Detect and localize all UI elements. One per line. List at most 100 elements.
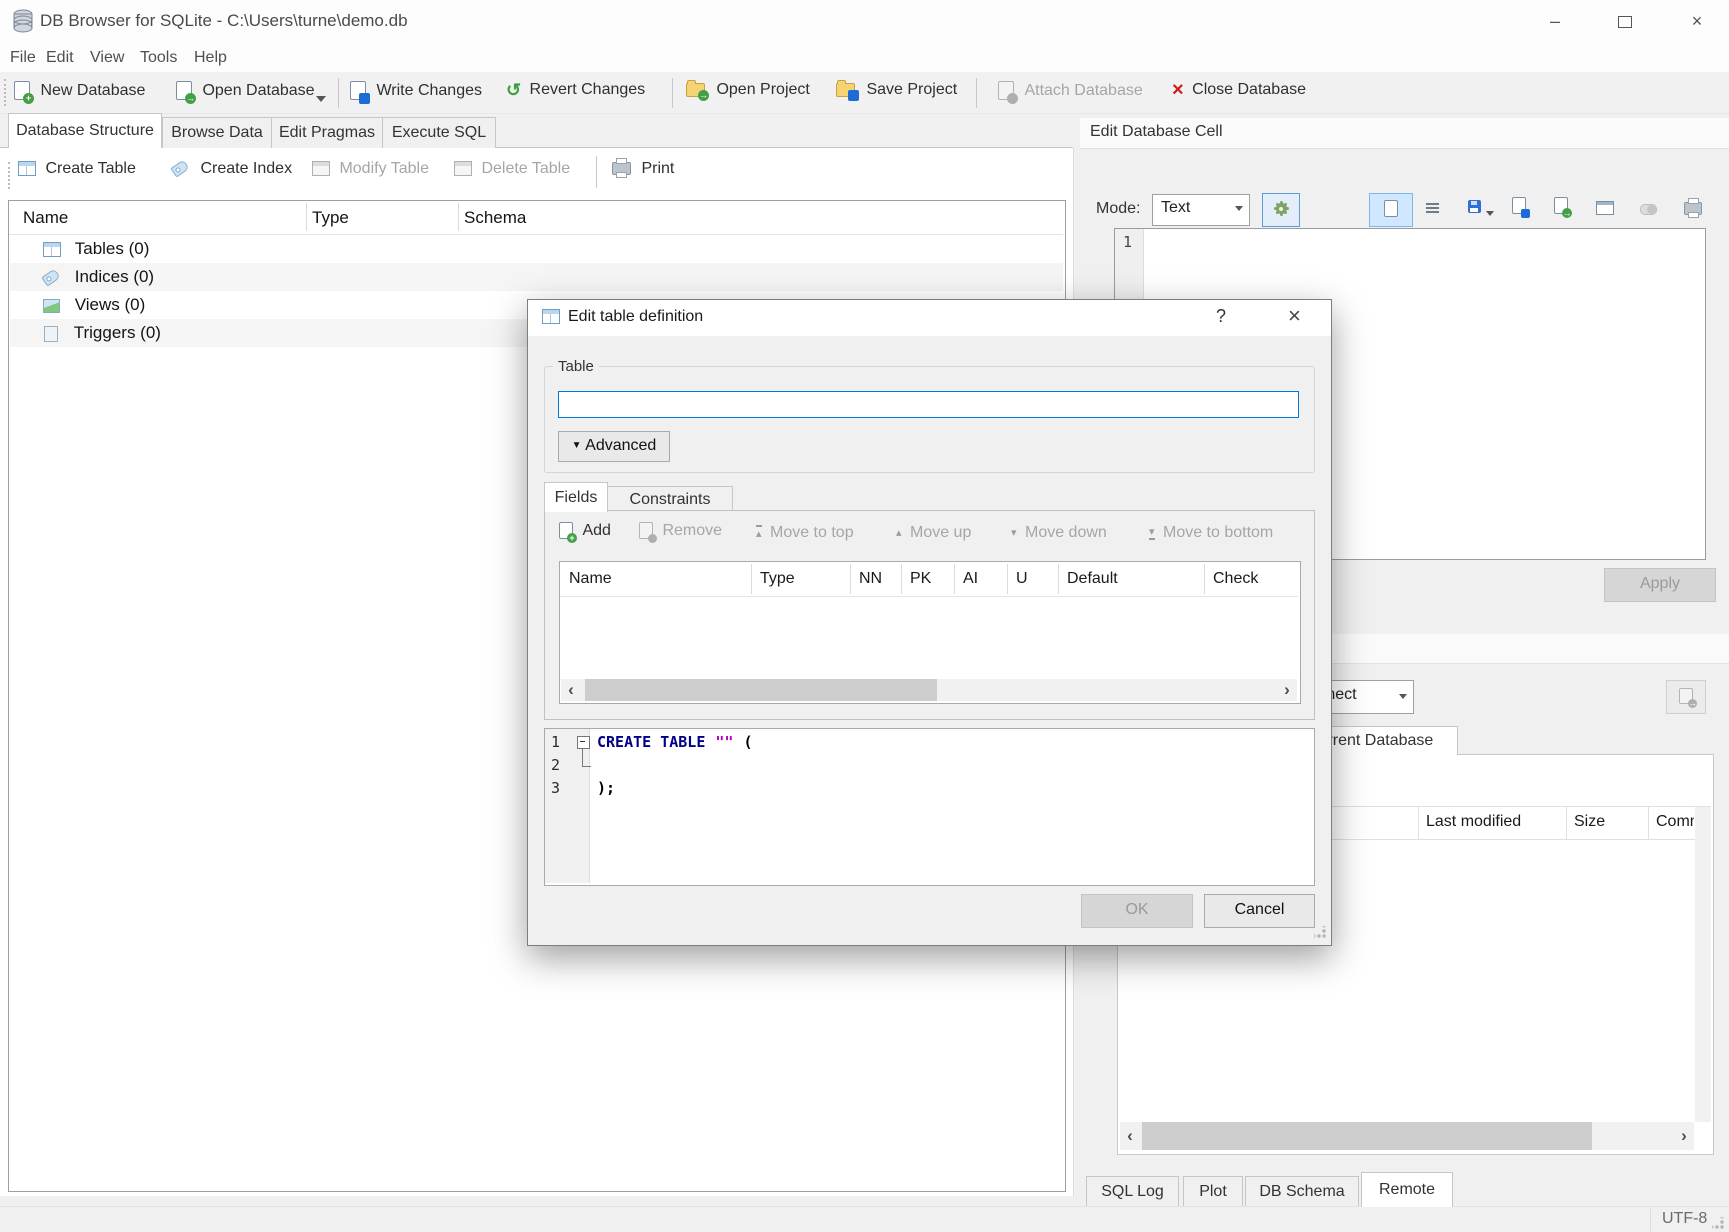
minimize-button[interactable]: –: [1538, 8, 1572, 34]
ok-button[interactable]: OK: [1081, 894, 1193, 928]
save-dropdown-arrow[interactable]: [1486, 211, 1494, 216]
grid-column-default[interactable]: Default: [1067, 570, 1118, 588]
create-table-button[interactable]: Create Table: [18, 160, 136, 178]
tree-row-tables[interactable]: Tables (0): [10, 235, 1063, 263]
column-divider[interactable]: [954, 564, 955, 594]
column-size[interactable]: Size: [1574, 813, 1605, 831]
dialog-title-bar[interactable]: Edit table definition ? ×: [528, 300, 1331, 336]
code-fold-icon[interactable]: [577, 736, 590, 749]
tab-edit-pragmas[interactable]: Edit Pragmas: [271, 117, 383, 148]
tree-column-name[interactable]: Name: [23, 208, 68, 228]
grid-column-pk[interactable]: PK: [910, 570, 931, 588]
add-field-button[interactable]: + Add: [559, 522, 611, 548]
move-to-top-button[interactable]: ▴ Move to top: [756, 524, 854, 542]
save-project-button[interactable]: Save Project: [836, 81, 957, 99]
tab-browse-data[interactable]: Browse Data: [162, 117, 272, 148]
dialog-close-icon[interactable]: ×: [1288, 307, 1301, 325]
grid-column-ai[interactable]: AI: [963, 570, 978, 588]
scroll-left-icon[interactable]: ‹: [1120, 1122, 1140, 1150]
column-commit[interactable]: Commit: [1656, 813, 1694, 831]
column-divider[interactable]: [901, 564, 902, 594]
tree-column-type[interactable]: Type: [312, 208, 349, 228]
close-window-button[interactable]: ×: [1680, 8, 1714, 34]
column-divider[interactable]: [1058, 564, 1059, 594]
word-wrap-button[interactable]: [1426, 200, 1439, 218]
apply-button[interactable]: Apply: [1604, 568, 1716, 602]
advanced-button[interactable]: ▼ Advanced: [558, 431, 670, 462]
scrollbar-thumb[interactable]: [1142, 1122, 1592, 1150]
save-cell-button[interactable]: [1468, 198, 1494, 216]
scroll-left-icon[interactable]: ‹: [561, 679, 581, 701]
toolbar-drag-handle[interactable]: [4, 79, 8, 106]
scroll-right-icon[interactable]: ›: [1277, 679, 1297, 701]
tab-execute-sql[interactable]: Execute SQL: [382, 117, 496, 148]
grid-column-nn[interactable]: NN: [859, 570, 882, 588]
column-last-modified[interactable]: Last modified: [1426, 813, 1521, 831]
tab-constraints[interactable]: Constraints: [607, 486, 733, 512]
column-divider[interactable]: [458, 203, 459, 231]
menu-view[interactable]: View: [88, 46, 126, 70]
help-button[interactable]: ?: [1216, 306, 1226, 327]
maximize-button[interactable]: [1608, 8, 1642, 34]
table-name-input[interactable]: [558, 391, 1299, 418]
close-database-button[interactable]: × Close Database: [1172, 81, 1306, 99]
mode-select[interactable]: Text: [1152, 194, 1250, 226]
fields-grid-scrollbar[interactable]: ‹ ›: [561, 679, 1297, 701]
remove-field-button[interactable]: Remove: [639, 522, 722, 548]
cancel-button[interactable]: Cancel: [1204, 894, 1315, 928]
encoding-indicator[interactable]: UTF-8: [1662, 1210, 1707, 1228]
grid-column-u[interactable]: U: [1016, 570, 1028, 588]
attach-database-button[interactable]: Attach Database: [998, 81, 1143, 100]
revert-changes-button[interactable]: ↺ Revert Changes: [506, 81, 645, 99]
menu-file[interactable]: File: [8, 46, 38, 70]
delete-table-button[interactable]: Delete Table: [454, 160, 570, 178]
open-database-button[interactable]: → Open Database: [176, 81, 315, 100]
column-divider[interactable]: [1566, 807, 1567, 839]
text-mode-toggle-button[interactable]: [1369, 193, 1413, 227]
move-up-button[interactable]: ▴ Move up: [896, 524, 971, 542]
tree-column-schema[interactable]: Schema: [464, 208, 526, 228]
menu-help[interactable]: Help: [192, 46, 229, 70]
move-to-bottom-button[interactable]: ▾ Move to bottom: [1149, 524, 1273, 542]
column-divider[interactable]: [850, 564, 851, 594]
open-project-button[interactable]: → Open Project: [686, 81, 810, 99]
tab-database-structure[interactable]: Database Structure: [8, 113, 162, 148]
column-divider[interactable]: [1648, 807, 1649, 839]
create-index-button[interactable]: Create Index: [172, 160, 292, 178]
column-divider[interactable]: [1418, 807, 1419, 839]
export-data-button[interactable]: →: [1554, 197, 1568, 215]
open-in-window-button[interactable]: [1596, 199, 1614, 217]
vertical-scrollbar[interactable]: [1695, 807, 1711, 1122]
scroll-right-icon[interactable]: ›: [1674, 1122, 1694, 1150]
set-null-button[interactable]: [1640, 201, 1657, 219]
auto-switch-mode-button[interactable]: [1262, 193, 1300, 227]
tree-row-indices[interactable]: Indices (0): [10, 263, 1063, 291]
column-divider[interactable]: [751, 564, 752, 594]
grid-column-check[interactable]: Check: [1213, 570, 1258, 588]
column-divider[interactable]: [306, 203, 307, 231]
column-divider[interactable]: [1007, 564, 1008, 594]
dialog-resize-grip[interactable]: [1314, 926, 1326, 938]
horizontal-scrollbar[interactable]: ‹ ›: [1120, 1122, 1694, 1150]
new-database-button[interactable]: + New Database: [14, 81, 145, 100]
move-down-button[interactable]: ▾ Move down: [1011, 524, 1107, 542]
import-data-button[interactable]: [1512, 197, 1526, 215]
print-cell-button[interactable]: [1684, 200, 1702, 218]
tab-db-schema[interactable]: DB Schema: [1245, 1176, 1359, 1207]
scrollbar-thumb[interactable]: [585, 679, 937, 701]
write-changes-button[interactable]: Write Changes: [350, 81, 482, 100]
resize-grip[interactable]: [1712, 1217, 1724, 1229]
grid-column-name[interactable]: Name: [569, 570, 612, 588]
structure-toolbar-handle[interactable]: [8, 162, 12, 189]
menu-edit[interactable]: Edit: [44, 46, 76, 70]
modify-table-button[interactable]: Modify Table: [312, 160, 429, 178]
sql-preview-editor[interactable]: 1 2 3 CREATE TABLE""( );: [544, 728, 1315, 886]
clone-database-button[interactable]: →: [1666, 680, 1706, 714]
open-database-dropdown-arrow[interactable]: [316, 96, 326, 102]
column-divider[interactable]: [1204, 564, 1205, 594]
tab-fields[interactable]: Fields: [544, 482, 608, 512]
tab-remote[interactable]: Remote: [1361, 1172, 1453, 1207]
print-button[interactable]: Print: [612, 160, 674, 178]
tab-plot[interactable]: Plot: [1183, 1176, 1243, 1207]
menu-tools[interactable]: Tools: [138, 46, 179, 70]
